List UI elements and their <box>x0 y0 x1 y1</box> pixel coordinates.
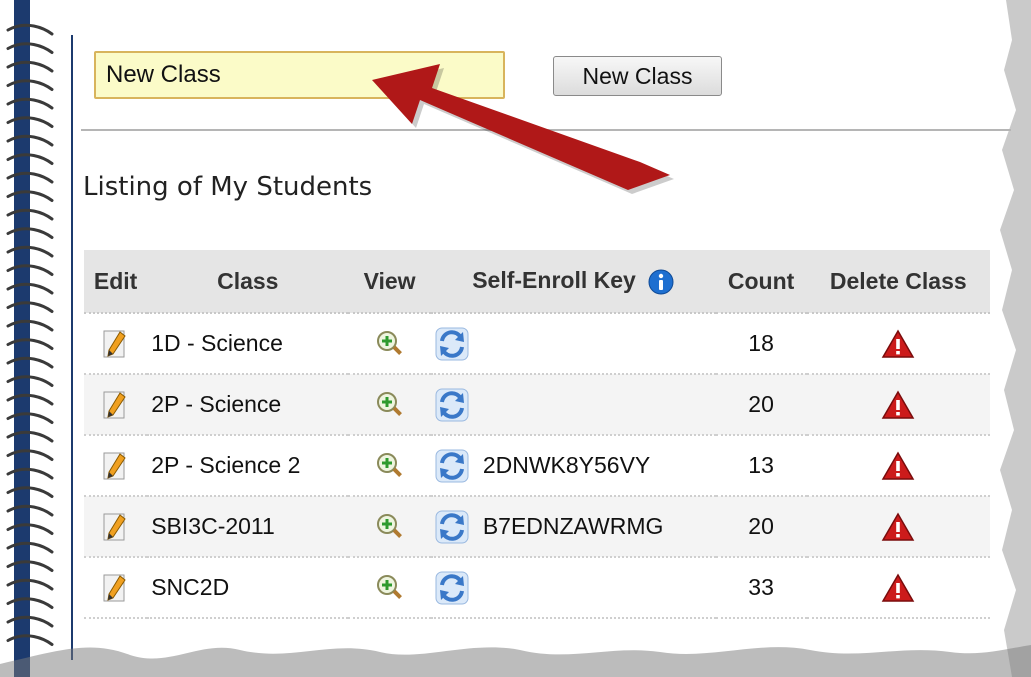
warning-triangle-icon[interactable] <box>881 389 915 420</box>
edit-cell <box>84 313 148 375</box>
table-row: SBI3C-2011 B7EDNZAWRMG 20 <box>84 496 990 558</box>
header-key-label: Self-Enroll Key <box>472 267 636 294</box>
self-enroll-key-cell: 2DNWK8Y56VY <box>430 435 716 497</box>
warning-triangle-icon[interactable] <box>881 511 915 542</box>
table-row: 2P - Science 2 2DNWK8Y56VY 13 <box>84 435 990 497</box>
self-enroll-key-cell <box>430 313 716 375</box>
header-delete-class: Delete Class <box>806 250 990 314</box>
warning-triangle-icon[interactable] <box>881 328 915 359</box>
magnifier-plus-icon[interactable] <box>375 573 405 603</box>
magnifier-plus-icon[interactable] <box>375 390 405 420</box>
table-row: 1D - Science 18 <box>84 313 990 375</box>
header-count: Count <box>715 250 807 314</box>
class-name: 2P - Science 2 <box>147 435 349 497</box>
warning-triangle-icon[interactable] <box>881 450 915 481</box>
self-enroll-key-cell <box>430 374 716 436</box>
warning-triangle-icon[interactable] <box>881 572 915 603</box>
view-cell <box>348 313 431 375</box>
refresh-arrows-icon[interactable] <box>435 388 469 422</box>
self-enroll-key: 2DNWK8Y56VY <box>482 452 651 478</box>
page: New Class Listing of My Students Edit Cl… <box>0 0 1031 677</box>
header-self-enroll-key: Self-Enroll Key <box>430 250 716 314</box>
refresh-arrows-icon[interactable] <box>435 449 469 483</box>
pencil-icon[interactable] <box>102 512 130 542</box>
students-table: Edit Class View Self-Enroll Key Count De… <box>84 250 990 619</box>
new-class-button[interactable]: New Class <box>553 56 722 96</box>
view-cell <box>348 496 431 558</box>
table-header-row: Edit Class View Self-Enroll Key Count De… <box>84 250 990 314</box>
edit-cell <box>84 435 148 497</box>
student-count: 18 <box>715 313 807 375</box>
student-count: 33 <box>715 557 807 619</box>
class-name: SNC2D <box>147 557 349 619</box>
new-class-input[interactable] <box>94 51 505 99</box>
self-enroll-key: B7EDNZAWRMG <box>482 513 664 539</box>
student-count: 13 <box>715 435 807 497</box>
magnifier-plus-icon[interactable] <box>375 329 405 359</box>
student-count: 20 <box>715 496 807 558</box>
class-name: 1D - Science <box>147 313 349 375</box>
pencil-icon[interactable] <box>102 573 130 603</box>
header-class: Class <box>147 250 349 314</box>
edit-cell <box>84 557 148 619</box>
view-cell <box>348 435 431 497</box>
table-row: 2P - Science 20 <box>84 374 990 436</box>
view-cell <box>348 374 431 436</box>
table-row: SNC2D 33 <box>84 557 990 619</box>
self-enroll-key-cell <box>430 557 716 619</box>
delete-cell <box>806 557 990 619</box>
refresh-arrows-icon[interactable] <box>435 571 469 605</box>
class-name: 2P - Science <box>147 374 349 436</box>
edit-cell <box>84 496 148 558</box>
section-title: Listing of My Students <box>83 172 373 202</box>
pencil-icon[interactable] <box>102 390 130 420</box>
header-view: View <box>348 250 431 314</box>
section-divider <box>81 129 1011 131</box>
delete-cell <box>806 313 990 375</box>
refresh-arrows-icon[interactable] <box>435 510 469 544</box>
student-count: 20 <box>715 374 807 436</box>
delete-cell <box>806 435 990 497</box>
class-name: SBI3C-2011 <box>147 496 349 558</box>
pencil-icon[interactable] <box>102 329 130 359</box>
delete-cell <box>806 496 990 558</box>
refresh-arrows-icon[interactable] <box>435 327 469 361</box>
view-cell <box>348 557 431 619</box>
edit-cell <box>84 374 148 436</box>
delete-cell <box>806 374 990 436</box>
pencil-icon[interactable] <box>102 451 130 481</box>
self-enroll-key-cell: B7EDNZAWRMG <box>430 496 716 558</box>
main-content: New Class Listing of My Students Edit Cl… <box>78 0 1028 677</box>
info-icon[interactable] <box>648 269 674 295</box>
header-edit: Edit <box>84 250 148 314</box>
magnifier-plus-icon[interactable] <box>375 512 405 542</box>
magnifier-plus-icon[interactable] <box>375 451 405 481</box>
